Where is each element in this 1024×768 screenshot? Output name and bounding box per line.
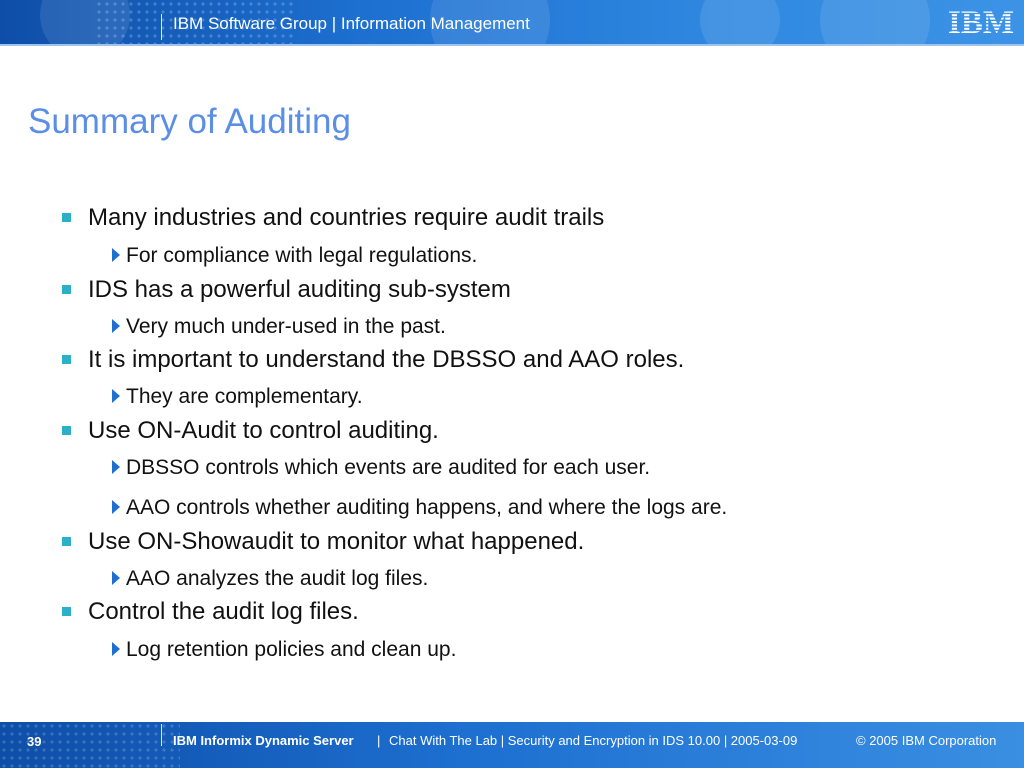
square-bullet-icon [62,537,71,546]
footer-separator: | [377,733,381,748]
ibm-logo: IBM [948,5,1014,38]
triangle-right-icon [112,642,120,656]
sub-bullet-text: For compliance with legal regulations. [126,244,478,267]
decorative-orb [700,0,780,44]
square-bullet-icon [62,607,71,616]
square-bullet-icon [62,213,71,222]
footer-divider [161,724,162,746]
triangle-right-icon [112,460,120,474]
sub-bullet-text: They are complementary. [126,385,363,408]
footer-bar: 39 IBM Informix Dynamic Server | Chat Wi… [0,722,1024,768]
triangle-right-icon [112,571,120,585]
sub-bullet-text: Log retention policies and clean up. [126,638,457,661]
footer-copyright: © 2005 IBM Corporation [856,733,997,748]
square-bullet-icon [62,285,71,294]
header-divider [161,14,162,40]
sub-bullet-text: DBSSO controls which events are audited … [126,456,651,479]
footer-text: Chat With The Lab | Security and Encrypt… [389,733,798,748]
bullet-text: IDS has a powerful auditing sub-system [88,276,511,303]
header-title: IBM Software Group | Information Managem… [173,14,530,33]
footer-product: IBM Informix Dynamic Server [173,733,354,748]
bullet-text: It is important to understand the DBSSO … [88,346,685,373]
ibm-logo-text: IBM [948,5,1014,38]
triangle-right-icon [112,500,120,514]
header-bar: IBM Software Group | Information Managem… [0,0,1024,44]
square-bullet-icon [62,426,71,435]
sub-bullet-text: AAO analyzes the audit log files. [126,567,429,590]
triangle-right-icon [112,319,120,333]
sub-bullet-text: Very much under-used in the past. [126,315,446,338]
slide-title: Summary of Auditing [28,102,351,141]
header-rule [0,44,1024,46]
triangle-right-icon [112,248,120,262]
decorative-orb [820,0,930,44]
bullet-text: Use ON-Audit to control auditing. [88,417,439,444]
triangle-right-icon [112,389,120,403]
square-bullet-icon [62,355,71,364]
bullet-text: Use ON-Showaudit to monitor what happene… [88,528,585,555]
bullet-text: Control the audit log files. [88,598,359,625]
bullet-text: Many industries and countries require au… [88,204,605,231]
page-number: 39 [27,734,42,749]
sub-bullet-text: AAO controls whether auditing happens, a… [126,496,728,519]
